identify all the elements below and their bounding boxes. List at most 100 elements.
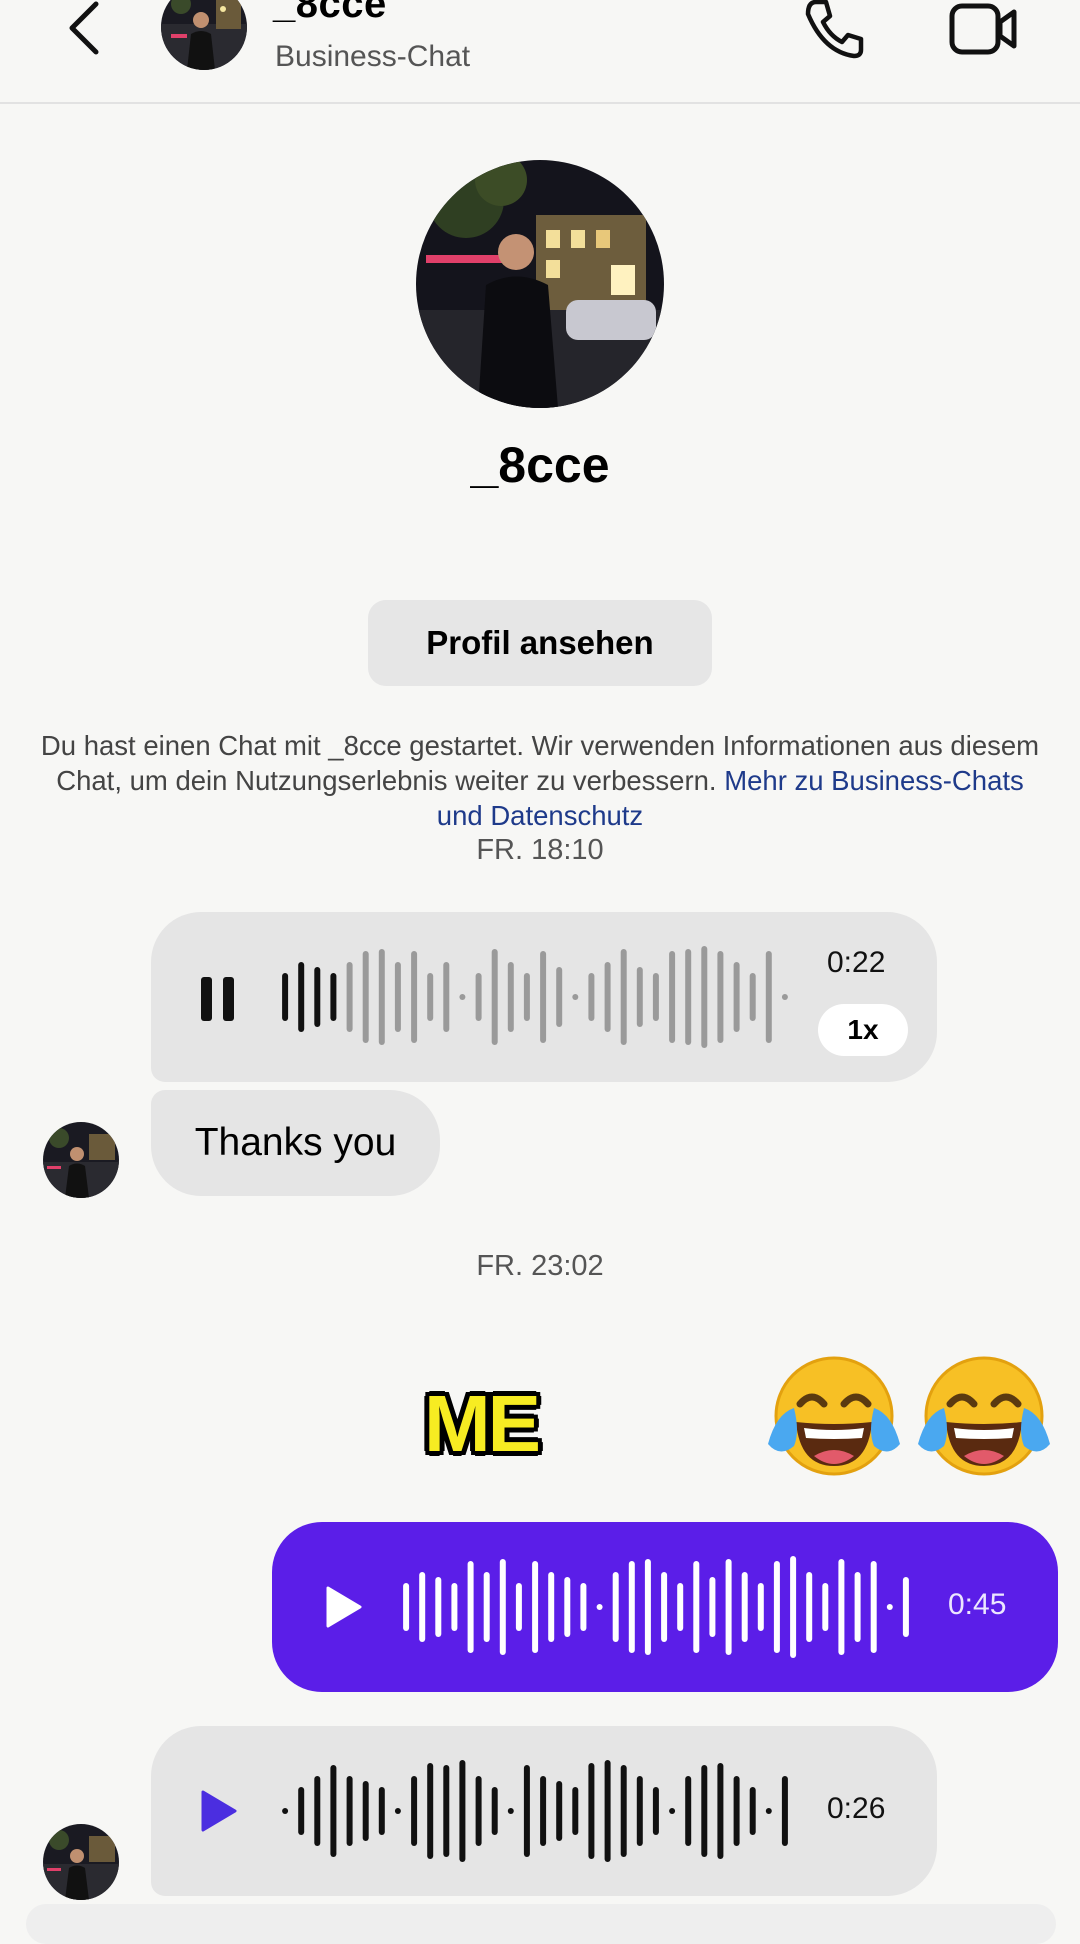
waveform-bar bbox=[701, 1765, 708, 1857]
waveform[interactable] bbox=[277, 1756, 793, 1866]
face-with-tears-of-joy-icon bbox=[918, 1356, 1050, 1476]
waveform-bar bbox=[507, 1808, 514, 1814]
waveform-bar bbox=[403, 1583, 410, 1631]
waveform-bar bbox=[838, 1559, 845, 1655]
profile-avatar[interactable] bbox=[416, 160, 664, 408]
waveform-bar bbox=[669, 951, 676, 1043]
waveform-bar bbox=[451, 1583, 458, 1631]
waveform-bar bbox=[298, 1787, 305, 1835]
profile-name: _8cce bbox=[470, 437, 610, 493]
waveform-bar bbox=[467, 1561, 474, 1653]
view-profile-button[interactable]: Profil ansehen bbox=[368, 600, 712, 686]
waveform-bar bbox=[572, 1787, 579, 1835]
chevron-left-icon bbox=[69, 1, 99, 55]
waveform-bar bbox=[346, 1776, 353, 1846]
waveform-bar bbox=[282, 973, 289, 1021]
waveform-bar bbox=[346, 962, 353, 1032]
waveform-bar bbox=[636, 1776, 643, 1846]
voice-duration: 0:22 bbox=[827, 946, 886, 979]
waveform-bar bbox=[822, 1583, 829, 1631]
header-title[interactable]: _8cce bbox=[273, 0, 387, 27]
waveform-bar bbox=[773, 1561, 780, 1653]
waveform-bar bbox=[330, 1765, 337, 1857]
waveform-bar bbox=[806, 1572, 813, 1642]
waveform-bar bbox=[725, 1559, 732, 1655]
timestamp: FR. 23:02 bbox=[476, 1250, 604, 1282]
waveform-bar bbox=[411, 1776, 418, 1846]
waveform-bar bbox=[644, 1559, 651, 1655]
waveform-bar bbox=[781, 1776, 788, 1846]
waveform-bar bbox=[362, 1781, 369, 1841]
waveform-bar bbox=[620, 949, 627, 1045]
phone-icon bbox=[805, 0, 864, 59]
waveform-bar bbox=[443, 962, 450, 1032]
waveform-bar bbox=[419, 1572, 426, 1642]
waveform-bar bbox=[749, 973, 756, 1021]
timestamp: FR. 18:10 bbox=[476, 834, 604, 866]
waveform-bar bbox=[523, 1765, 530, 1857]
waveform-bar bbox=[596, 1604, 603, 1610]
waveform-bar bbox=[790, 1556, 797, 1658]
waveform-bar bbox=[523, 973, 530, 1021]
waveform-bar bbox=[459, 1760, 466, 1862]
waveform-bar bbox=[669, 1808, 676, 1814]
play-icon[interactable] bbox=[195, 1788, 241, 1834]
waveform-bar bbox=[757, 1583, 764, 1631]
header-subtitle: Business-Chat bbox=[275, 40, 471, 73]
chat-header: _8cce Business-Chat bbox=[0, 0, 1080, 104]
waveform[interactable] bbox=[398, 1552, 914, 1662]
waveform-bar bbox=[652, 1787, 659, 1835]
waveform-bar bbox=[709, 1577, 716, 1637]
waveform-bar bbox=[459, 994, 466, 1000]
waveform-bar bbox=[765, 951, 772, 1043]
waveform-bar bbox=[491, 949, 498, 1045]
text-message-incoming[interactable]: Thanks you bbox=[151, 1090, 440, 1196]
waveform-bar bbox=[733, 962, 740, 1032]
play-icon[interactable] bbox=[320, 1584, 366, 1630]
waveform[interactable] bbox=[277, 942, 793, 1052]
avatar[interactable] bbox=[43, 1122, 119, 1198]
waveform-bar bbox=[282, 1808, 289, 1814]
waveform-bar bbox=[378, 949, 385, 1045]
overlay-caption: ME bbox=[424, 1379, 541, 1468]
waveform-bar bbox=[749, 1787, 756, 1835]
waveform-bar bbox=[515, 1583, 522, 1631]
waveform-bar bbox=[717, 1763, 724, 1859]
waveform-bar bbox=[854, 1572, 861, 1642]
business-chat-info: Du hast einen Chat mit _8cce gestartet. … bbox=[30, 728, 1050, 833]
waveform-bar bbox=[394, 962, 401, 1032]
waveform-bar bbox=[540, 951, 547, 1043]
waveform-bar bbox=[685, 949, 692, 1045]
waveform-bar bbox=[701, 946, 708, 1048]
waveform-bar bbox=[652, 973, 659, 1021]
waveform-bar bbox=[620, 1765, 627, 1857]
waveform-bar bbox=[483, 1572, 490, 1642]
waveform-bar bbox=[636, 967, 643, 1027]
waveform-bar bbox=[886, 1604, 893, 1610]
avatar[interactable] bbox=[43, 1824, 119, 1900]
waveform-bar bbox=[540, 1776, 547, 1846]
waveform-bar bbox=[580, 1583, 587, 1631]
waveform-bar bbox=[604, 962, 611, 1032]
video-call-button[interactable] bbox=[948, 0, 1020, 60]
video-camera-icon bbox=[949, 3, 1017, 55]
waveform-bar bbox=[394, 1808, 401, 1814]
message-composer[interactable] bbox=[26, 1904, 1056, 1944]
playback-speed-button[interactable]: 1x bbox=[818, 1004, 908, 1056]
waveform-bar bbox=[612, 1572, 619, 1642]
voice-message-incoming: 0:22 1x bbox=[151, 912, 937, 1082]
waveform-bar bbox=[475, 1776, 482, 1846]
waveform-bar bbox=[378, 1787, 385, 1835]
pause-button[interactable] bbox=[201, 977, 235, 1021]
waveform-bar bbox=[564, 1577, 571, 1637]
waveform-bar bbox=[548, 1572, 555, 1642]
waveform-bar bbox=[556, 1781, 563, 1841]
waveform-bar bbox=[677, 1583, 684, 1631]
back-button[interactable] bbox=[62, 0, 112, 56]
call-button[interactable] bbox=[798, 0, 868, 64]
waveform-bar bbox=[362, 951, 369, 1043]
header-avatar[interactable] bbox=[161, 0, 247, 70]
waveform-bar bbox=[741, 1572, 748, 1642]
waveform-bar bbox=[902, 1577, 909, 1637]
waveform-bar bbox=[314, 967, 321, 1027]
